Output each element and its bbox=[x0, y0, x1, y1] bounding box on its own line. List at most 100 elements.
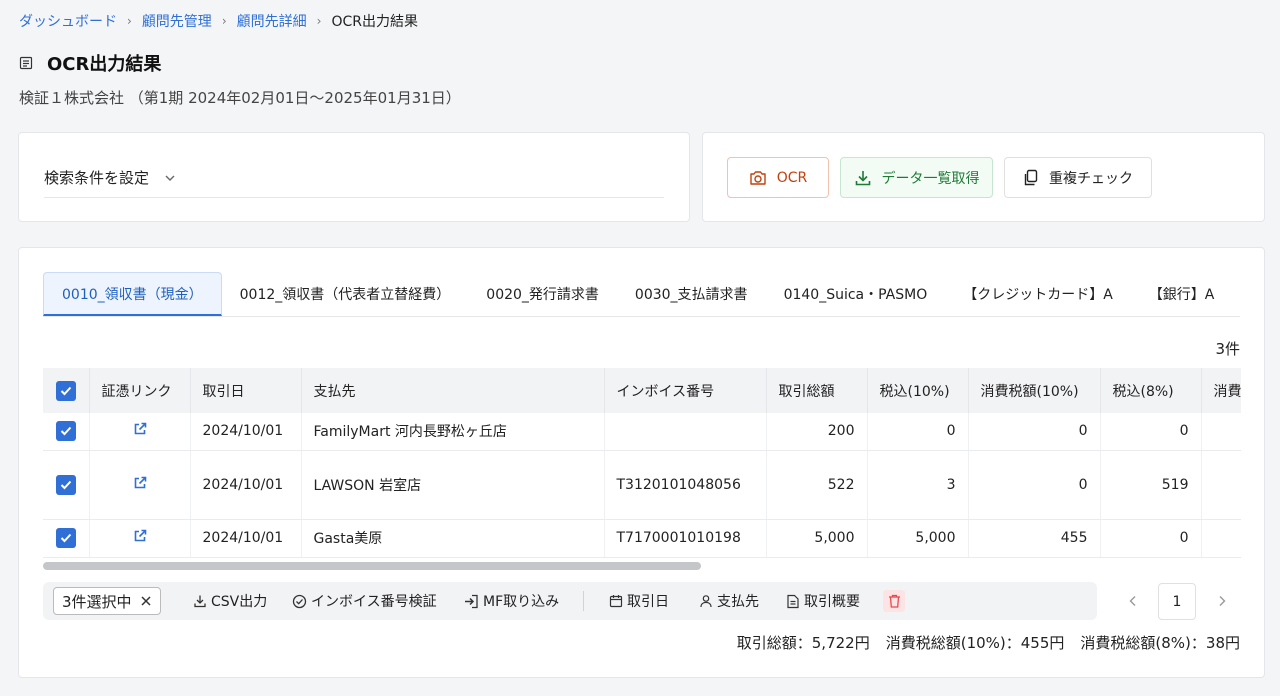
cell-consumption-tax8 bbox=[1201, 413, 1241, 451]
external-link-icon[interactable] bbox=[133, 422, 147, 440]
tab-suica-pasmo[interactable]: 0140_Suica・PASMO bbox=[766, 272, 946, 316]
row-checkbox[interactable] bbox=[55, 474, 76, 495]
divider bbox=[583, 591, 584, 611]
tab-receipt-cash[interactable]: 0010_領収書（現金） bbox=[43, 272, 222, 316]
trash-icon bbox=[888, 594, 901, 608]
camera-icon bbox=[749, 170, 767, 186]
delete-button[interactable] bbox=[883, 590, 905, 612]
chevron-down-icon bbox=[163, 171, 177, 185]
cell-date: 2024/10/01 bbox=[190, 450, 302, 520]
cell-date: 2024/10/01 bbox=[190, 519, 302, 558]
chevron-right-icon: › bbox=[127, 14, 132, 28]
data-download-label: データ一覧取得 bbox=[881, 170, 980, 187]
tab-receipt-reimbursement[interactable]: 0012_領収書（代表者立替経費） bbox=[222, 272, 469, 316]
breadcrumb-clients[interactable]: 顧問先管理 bbox=[142, 11, 212, 31]
tab-payment-invoice[interactable]: 0030_支払請求書 bbox=[617, 272, 766, 316]
cell-total: 5,000 bbox=[766, 519, 868, 558]
selection-chip: 3件選択中 bbox=[53, 587, 161, 615]
cell-total: 522 bbox=[766, 450, 868, 520]
evidence-link-cell bbox=[89, 450, 191, 520]
breadcrumb: ダッシュボード › 顧問先管理 › 顧問先詳細 › OCR出力結果 bbox=[19, 11, 418, 31]
horizontal-scrollbar[interactable] bbox=[43, 560, 1241, 572]
breadcrumb-client-detail[interactable]: 顧問先詳細 bbox=[237, 11, 307, 31]
cell-invoice bbox=[604, 413, 767, 451]
chevron-right-icon: › bbox=[221, 14, 227, 28]
cell-tax10: 0 bbox=[867, 413, 969, 451]
ocr-button[interactable]: OCR bbox=[727, 157, 829, 198]
cell-tax8: 0 bbox=[1100, 413, 1202, 451]
results-table: 証憑リンク 取引日 支払先 インボイス番号 取引総額 税込(10%) 消費税額(… bbox=[43, 368, 1241, 558]
cell-consumption-tax8 bbox=[1201, 450, 1241, 520]
total-consumption-tax10: 消費税総額(10%)：455円 bbox=[885, 634, 1065, 652]
company-period: 検証１株式会社 （第1期 2024年02月01日～2025年01月31日） bbox=[19, 89, 461, 107]
result-count: 3件 bbox=[1215, 340, 1240, 358]
ocr-button-label: OCR bbox=[776, 169, 808, 186]
duplicate-check-button[interactable]: 重複チェック bbox=[1004, 157, 1152, 198]
invoice-verify-button[interactable]: インボイス番号検証 bbox=[292, 591, 437, 611]
breadcrumb-dashboard[interactable]: ダッシュボード bbox=[19, 11, 117, 31]
search-card: 検索条件を設定 bbox=[18, 132, 690, 222]
cell-tax8: 0 bbox=[1100, 519, 1202, 558]
cell-payee: Gasta美原 bbox=[301, 519, 605, 558]
table-row: 2024/10/01 Gasta美原 T7170001010198 5,000 … bbox=[43, 519, 1241, 558]
cell-consumption-tax10: 0 bbox=[968, 450, 1101, 520]
evidence-link-cell bbox=[89, 519, 191, 558]
col-header-consumption-tax8: 消費 bbox=[1201, 368, 1241, 413]
cell-consumption-tax10: 455 bbox=[968, 519, 1101, 558]
evidence-link-cell bbox=[89, 413, 191, 451]
tab-issued-invoice[interactable]: 0020_発行請求書 bbox=[468, 272, 617, 316]
download-icon bbox=[854, 169, 872, 187]
divider bbox=[44, 197, 664, 198]
cell-invoice: T7170001010198 bbox=[604, 519, 767, 558]
set-summary-label: 取引概要 bbox=[804, 594, 860, 610]
data-download-button[interactable]: データ一覧取得 bbox=[840, 157, 993, 198]
cell-payee: FamilyMart 河内長野松ヶ丘店 bbox=[301, 413, 605, 451]
search-conditions-toggle[interactable]: 検索条件を設定 bbox=[44, 167, 177, 188]
row-checkbox[interactable] bbox=[55, 421, 76, 442]
row-checkbox[interactable] bbox=[55, 528, 76, 548]
row-checkbox-cell bbox=[43, 413, 90, 451]
import-icon bbox=[464, 594, 479, 609]
cell-tax8: 519 bbox=[1100, 450, 1202, 520]
pager-prev-button[interactable] bbox=[1124, 591, 1142, 611]
set-summary-button[interactable]: 取引概要 bbox=[786, 591, 860, 611]
pager-next-button[interactable] bbox=[1213, 591, 1231, 611]
set-payee-button[interactable]: 支払先 bbox=[699, 591, 759, 611]
col-header-payee: 支払先 bbox=[301, 368, 605, 413]
cell-tax10: 3 bbox=[867, 450, 969, 520]
cell-tax10: 5,000 bbox=[867, 519, 969, 558]
tab-credit-card[interactable]: 【クレジットカード】A bbox=[945, 272, 1131, 316]
col-header-tax8: 税込(8%) bbox=[1100, 368, 1202, 413]
select-all-checkbox-cell bbox=[43, 368, 90, 413]
total-consumption-tax8: 消費税総額(8%)：38円 bbox=[1080, 634, 1240, 652]
col-header-invoice: インボイス番号 bbox=[604, 368, 767, 413]
user-icon bbox=[699, 594, 713, 608]
action-card: OCR データ一覧取得 重複チェック bbox=[702, 132, 1265, 222]
set-date-button[interactable]: 取引日 bbox=[609, 591, 669, 611]
csv-export-button[interactable]: CSV出力 bbox=[193, 591, 267, 611]
mf-import-button[interactable]: MF取り込み bbox=[464, 591, 559, 611]
cell-invoice: T3120101048056 bbox=[604, 450, 767, 520]
select-all-checkbox[interactable] bbox=[55, 380, 76, 401]
external-link-icon[interactable] bbox=[133, 476, 147, 494]
row-checkbox-cell bbox=[43, 450, 90, 520]
category-tabs: 0010_領収書（現金） 0012_領収書（代表者立替経費） 0020_発行請求… bbox=[43, 272, 1240, 317]
set-date-label: 取引日 bbox=[627, 594, 669, 610]
external-link-icon[interactable] bbox=[133, 529, 147, 547]
duplicate-check-label: 重複チェック bbox=[1049, 170, 1133, 187]
check-circle-icon bbox=[292, 594, 307, 609]
search-conditions-label: 検索条件を設定 bbox=[44, 169, 150, 187]
close-icon[interactable] bbox=[140, 595, 152, 607]
tab-bank[interactable]: 【銀行】A bbox=[1131, 272, 1233, 316]
chevron-right-icon: › bbox=[316, 14, 322, 28]
calendar-icon bbox=[609, 594, 623, 608]
cell-consumption-tax8 bbox=[1201, 519, 1241, 558]
copy-icon bbox=[1023, 169, 1039, 187]
csv-export-label: CSV出力 bbox=[211, 594, 268, 610]
total-amount: 取引総額：5,722円 bbox=[736, 634, 870, 652]
pager-page-1[interactable]: 1 bbox=[1158, 583, 1196, 620]
row-checkbox-cell bbox=[43, 519, 90, 558]
scrollbar-thumb[interactable] bbox=[43, 562, 701, 570]
cell-payee: LAWSON 岩室店 bbox=[301, 450, 605, 520]
breadcrumb-current: OCR出力結果 bbox=[331, 14, 418, 30]
